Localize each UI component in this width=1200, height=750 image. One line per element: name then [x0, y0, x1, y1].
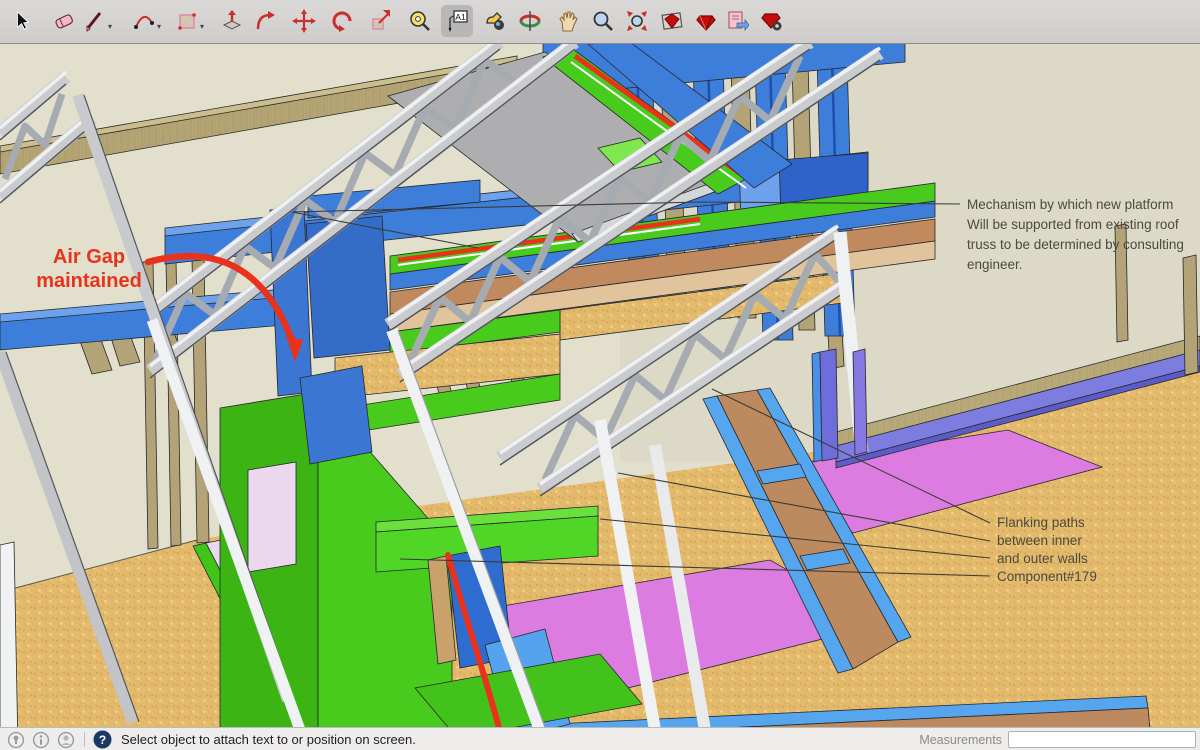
- eraser-tool-button[interactable]: [48, 5, 80, 37]
- pan-tool-button[interactable]: [552, 5, 584, 37]
- model-viewport[interactable]: Air Gap maintained Mechanism by which ne…: [0, 0, 1200, 750]
- text-tool-button[interactable]: A1: [441, 5, 473, 37]
- paint-bucket-tool-button[interactable]: [479, 5, 511, 37]
- info-icon[interactable]: [32, 731, 50, 749]
- rectangle-dropdown-caret[interactable]: ▾: [200, 22, 204, 31]
- svg-text:A1: A1: [455, 12, 466, 22]
- statusbar-separator: [84, 732, 85, 747]
- svg-text:and outer walls: and outer walls: [997, 551, 1088, 566]
- zoom-extents-icon: [625, 9, 649, 33]
- plugin-gear-icon: [760, 9, 784, 33]
- paint-bucket-icon: [483, 9, 507, 33]
- rectangle-tool-button[interactable]: ▾: [171, 5, 203, 37]
- tape-measure-tool-button[interactable]: [403, 5, 435, 37]
- zoom-extents-tool-button[interactable]: [621, 5, 653, 37]
- rectangle-icon: [175, 9, 199, 33]
- geolocation-icon[interactable]: [7, 731, 25, 749]
- sketchup-window: Air Gap maintained Mechanism by which ne…: [0, 0, 1200, 750]
- extension-gear-button[interactable]: [756, 5, 788, 37]
- svg-text:Will be supported from existin: Will be supported from existing roof: [967, 217, 1179, 232]
- measurements-input[interactable]: [1008, 731, 1196, 748]
- select-icon: [11, 10, 33, 32]
- arc-dropdown-caret[interactable]: ▾: [157, 22, 161, 31]
- pencil-icon: [83, 9, 107, 33]
- zoom-tool-button[interactable]: [587, 5, 619, 37]
- zoom-icon: [591, 9, 615, 33]
- push-pull-tool-button[interactable]: [216, 5, 248, 37]
- follow-me-tool-button[interactable]: [250, 5, 282, 37]
- measurements-label: Measurements: [919, 733, 1002, 747]
- arc-tool-button[interactable]: ▾: [128, 5, 160, 37]
- select-tool-button[interactable]: [6, 5, 38, 37]
- status-message: Select object to attach text to or posit…: [121, 732, 416, 747]
- plugin-box-icon: [660, 9, 684, 33]
- svg-text:Mechanism by which new platfor: Mechanism by which new platform: [967, 197, 1173, 212]
- orbit-tool-button[interactable]: [514, 5, 546, 37]
- follow-me-icon: [254, 9, 278, 33]
- tape-measure-icon: [407, 9, 431, 33]
- arc-icon: [132, 9, 156, 33]
- status-bar: ? Select object to attach text to or pos…: [0, 727, 1200, 750]
- push-pull-icon: [220, 9, 244, 33]
- person-icon[interactable]: [57, 731, 75, 749]
- rotate-tool-button[interactable]: [326, 5, 358, 37]
- move-tool-button[interactable]: [288, 5, 320, 37]
- svg-text:Flanking paths: Flanking paths: [997, 515, 1085, 530]
- move-icon: [292, 9, 316, 33]
- svg-text:Component#179: Component#179: [997, 569, 1097, 584]
- air-gap-line2: maintained: [36, 270, 142, 292]
- svg-text:?: ?: [99, 733, 106, 747]
- plugin-gem-icon: [694, 9, 718, 33]
- orbit-icon: [518, 9, 542, 33]
- line-tool-button[interactable]: ▾: [79, 5, 111, 37]
- pan-hand-icon: [556, 9, 580, 33]
- extension-sheet-button[interactable]: [721, 5, 753, 37]
- scale-tool-button[interactable]: [365, 5, 397, 37]
- air-gap-line1: Air Gap: [53, 246, 125, 268]
- toolbar: ▾ ▾ ▾ A1: [0, 0, 1200, 44]
- svg-text:engineer.: engineer.: [967, 257, 1023, 272]
- rotate-icon: [330, 9, 354, 33]
- scale-icon: [369, 9, 393, 33]
- extension-box-button[interactable]: [656, 5, 688, 37]
- eraser-icon: [52, 9, 76, 33]
- line-dropdown-caret[interactable]: ▾: [108, 22, 112, 31]
- extension-gem-button[interactable]: [690, 5, 722, 37]
- text-icon: A1: [444, 8, 470, 34]
- svg-text:between inner: between inner: [997, 533, 1082, 548]
- svg-text:truss to be determined by cons: truss to be determined by consulting: [967, 237, 1184, 252]
- help-icon[interactable]: ?: [93, 730, 112, 749]
- plugin-sheet-icon: [725, 9, 749, 33]
